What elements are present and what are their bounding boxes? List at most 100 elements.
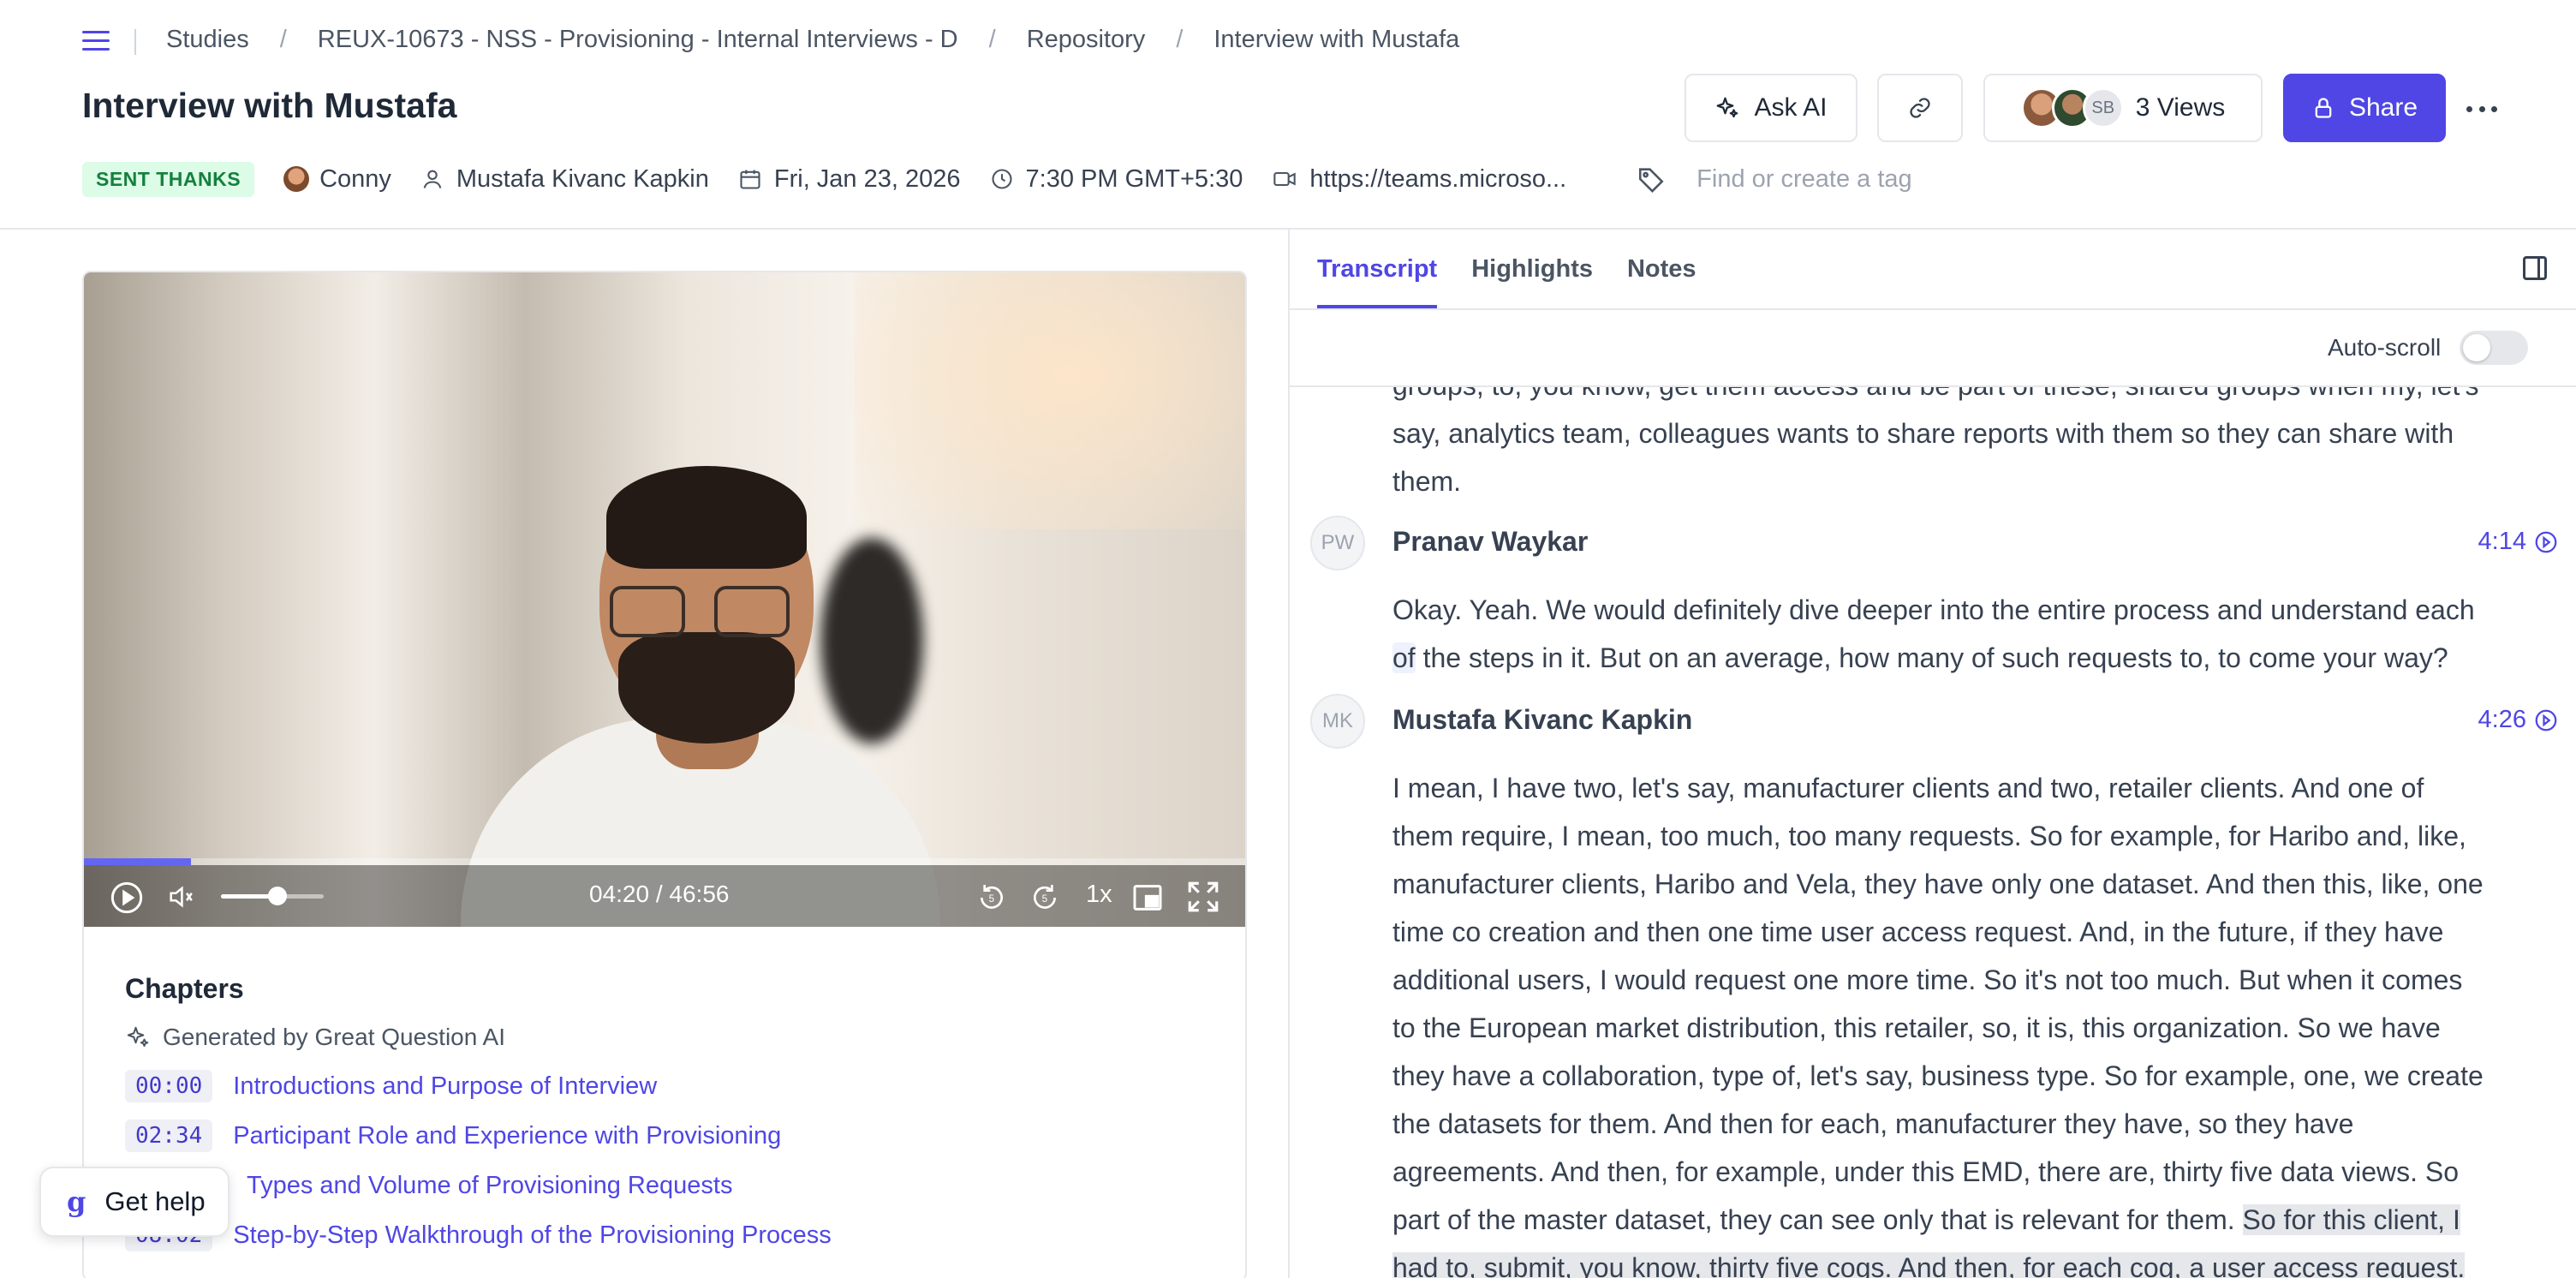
- highlighted-text[interactable]: had to, submit, you know, thirty five co…: [1392, 1252, 2466, 1278]
- tag-input[interactable]: Find or create a tag: [1696, 165, 1911, 194]
- tab-notes[interactable]: Notes: [1627, 230, 1696, 308]
- chapter-time[interactable]: 00:00: [125, 1070, 213, 1102]
- transcript-line: them.: [1392, 466, 1462, 497]
- status-badge[interactable]: SENT THANKS: [82, 161, 255, 197]
- player-controls: 04:20 / 46:56 5 5 1x: [84, 865, 1245, 927]
- forward-5-icon[interactable]: 5: [1028, 881, 1062, 915]
- transcript-paragraph: Okay. Yeah. We would definitely dive dee…: [1392, 586, 2557, 682]
- participant[interactable]: Mustafa Kivanc Kapkin: [420, 165, 709, 194]
- clock-icon: [991, 169, 1012, 189]
- playback-speed[interactable]: 1x: [1086, 881, 1112, 909]
- toggle-sidebar-icon[interactable]: [2523, 256, 2547, 280]
- video-camera-icon: [1273, 171, 1297, 187]
- transcript-line-text: part of the master dataset, they can see…: [1392, 1204, 2235, 1235]
- play-circle-icon: [2535, 531, 2557, 552]
- play-icon[interactable]: [110, 881, 144, 915]
- timestamp-link[interactable]: 4:14: [2478, 528, 2559, 556]
- autoscroll-label: Auto-scroll: [2328, 334, 2442, 361]
- rewind-5-icon[interactable]: 5: [975, 881, 1009, 915]
- chapter-item[interactable]: 00:00 Introductions and Purpose of Inter…: [125, 1061, 1204, 1111]
- chapter-item[interactable]: Types and Volume of Provisioning Request…: [125, 1161, 1204, 1210]
- transcript-line: Okay. Yeah. We would definitely dive dee…: [1392, 594, 2475, 625]
- transcript-line: them require, I mean, too much, too many…: [1392, 821, 2466, 851]
- session-time[interactable]: 7:30 PM GMT+5:30: [990, 165, 1243, 194]
- speaker-name: Pranav Waykar: [1392, 526, 1589, 557]
- breadcrumb-studies[interactable]: Studies: [166, 26, 249, 54]
- chapter-item[interactable]: 08:02 Step-by-Step Walkthrough of the Pr…: [125, 1210, 1204, 1260]
- owner[interactable]: Conny: [283, 165, 391, 194]
- calendar-icon: [740, 170, 760, 189]
- divider: [1290, 308, 2576, 310]
- avatar: [283, 166, 310, 192]
- transcript-line: of the steps in it. But on an average, h…: [1392, 634, 2557, 682]
- transcript-line: say, analytics team, colleagues wants to…: [1392, 418, 2454, 449]
- chapter-title[interactable]: Participant Role and Experience with Pro…: [233, 1122, 781, 1150]
- session-date[interactable]: Fri, Jan 23, 2026: [738, 165, 961, 194]
- transcript-body: groups, to, you know, get them access an…: [1290, 387, 2576, 1278]
- timestamp: 4:14: [2478, 528, 2526, 555]
- timestamp-link[interactable]: 4:26: [2478, 706, 2559, 734]
- brand-logo-icon: g: [67, 1185, 86, 1218]
- tag-icon: [1639, 168, 1664, 193]
- date-value: Fri, Jan 23, 2026: [773, 164, 961, 193]
- views-button[interactable]: SB 3 Views: [1983, 74, 2263, 142]
- meta-row: SENT THANKS Conny Mustafa Kivanc Kapkin …: [82, 161, 1912, 197]
- breadcrumb-study[interactable]: REUX-10673 - NSS - Provisioning - Intern…: [318, 26, 958, 54]
- ask-ai-button[interactable]: Ask AI: [1685, 74, 1857, 142]
- transcript-line-text: the steps in it. But on an average, how …: [1422, 642, 2448, 673]
- volume-icon[interactable]: [164, 882, 197, 911]
- share-label: Share: [2348, 93, 2418, 122]
- chapter-time[interactable]: 02:34: [125, 1120, 213, 1152]
- share-button[interactable]: Share: [2283, 74, 2446, 142]
- more-options-icon[interactable]: [2466, 96, 2497, 122]
- page-title: Interview with Mustafa: [82, 86, 457, 125]
- chapter-title[interactable]: Types and Volume of Provisioning Request…: [247, 1172, 732, 1200]
- views-count: 3 Views: [2135, 93, 2226, 122]
- volume-knob[interactable]: [268, 887, 287, 905]
- picture-in-picture-icon[interactable]: [1130, 881, 1165, 915]
- current-word[interactable]: of: [1392, 642, 1416, 673]
- hamburger-menu-icon[interactable]: [82, 31, 110, 55]
- divider: [134, 29, 136, 55]
- chapter-title[interactable]: Step-by-Step Walkthrough of the Provisio…: [233, 1221, 832, 1250]
- transcript-line: they have a collaboration, type of, let'…: [1392, 1060, 2484, 1091]
- seek-bar-fill: [84, 858, 191, 865]
- viewer-avatars: SB: [2020, 87, 2124, 128]
- transcript-line: had to, submit, you know, thirty five co…: [1392, 1244, 2557, 1278]
- highlighted-text[interactable]: So for this client, I: [2242, 1204, 2460, 1235]
- video-player[interactable]: 04:20 / 46:56 5 5 1x: [84, 272, 1245, 927]
- speaker-name: Mustafa Kivanc Kapkin: [1392, 704, 1693, 735]
- tab-highlights[interactable]: Highlights: [1471, 230, 1593, 308]
- chapters-section: Chapters Generated by Great Question AI …: [125, 973, 1204, 1260]
- avatar: MK: [1310, 694, 1365, 749]
- volume-slider[interactable]: [221, 887, 324, 905]
- chapter-title[interactable]: Introductions and Purpose of Interview: [233, 1072, 657, 1101]
- avatar: PW: [1310, 516, 1365, 570]
- transcript-line: agreements. And then, for example, under…: [1392, 1156, 2460, 1187]
- svg-text:5: 5: [989, 893, 994, 905]
- meeting-link[interactable]: https://teams.microso...: [1272, 165, 1566, 194]
- breadcrumb-repository[interactable]: Repository: [1027, 26, 1146, 54]
- svg-text:5: 5: [1042, 893, 1047, 905]
- tab-transcript[interactable]: Transcript: [1317, 230, 1438, 308]
- autoscroll-toggle[interactable]: [2460, 331, 2529, 365]
- get-help-button[interactable]: g Get help: [39, 1167, 230, 1237]
- transcript-paragraph: groups, to, you know, get them access an…: [1392, 387, 2557, 505]
- transcript-line: I mean, I have two, let's say, manufactu…: [1392, 773, 2424, 803]
- transcript-line: the datasets for them. And then for each…: [1392, 1108, 2354, 1139]
- transcript-line: time co creation and then one time user …: [1392, 917, 2444, 947]
- play-circle-icon: [2535, 709, 2557, 731]
- copy-link-button[interactable]: [1877, 74, 1963, 142]
- user-icon: [423, 170, 442, 188]
- sparkle-icon: [1717, 97, 1738, 118]
- owner-name: Conny: [319, 164, 391, 193]
- avatar: SB: [2082, 87, 2124, 128]
- seek-bar[interactable]: [84, 858, 1245, 865]
- transcript-line: part of the master dataset, they can see…: [1392, 1196, 2557, 1244]
- breadcrumb-current: Interview with Mustafa: [1213, 26, 1460, 53]
- time-readout: 04:20 / 46:56: [589, 881, 730, 907]
- recording-card: 04:20 / 46:56 5 5 1x Chapters Generated …: [82, 271, 1247, 1278]
- fullscreen-icon[interactable]: [1185, 879, 1221, 915]
- chapter-item[interactable]: 02:34 Participant Role and Experience wi…: [125, 1111, 1204, 1161]
- sparkle-icon: [127, 1026, 149, 1047]
